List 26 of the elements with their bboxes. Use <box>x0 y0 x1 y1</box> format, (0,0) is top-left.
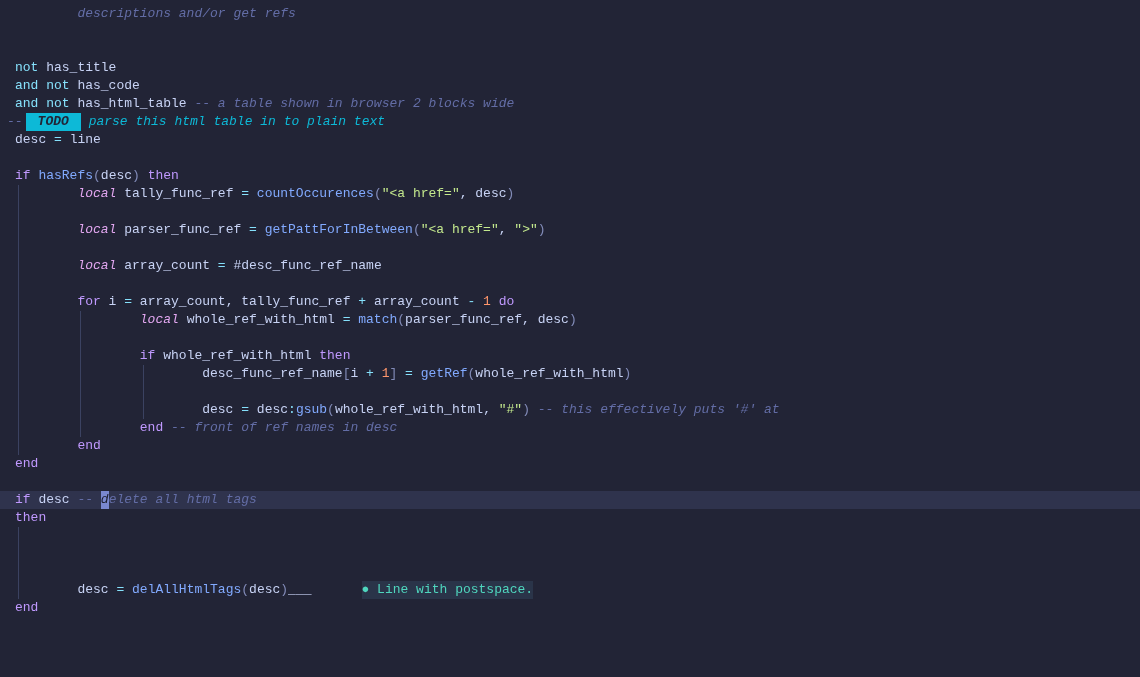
code-text: desc = line <box>15 131 101 149</box>
code-text: if hasRefs(desc) then <box>15 167 179 185</box>
code-text: and not has_html_table -- a table shown in browser 2 blocks wide <box>15 95 515 113</box>
todo-badge: TODO <box>25 113 81 131</box>
code-text: parse this html table in to plain text <box>87 113 386 131</box>
code-text: if whole_ref_with_html then <box>139 347 351 365</box>
code-text: for i = array_count, tally_func_ref + array_count - 1 do <box>77 293 515 311</box>
code-text: local whole_ref_with_html = match(parser_func_ref, desc) <box>139 311 577 329</box>
code-text: end -- front of ref names in desc <box>139 419 398 437</box>
code-text: desc_func_ref_name[i + 1] = getRef(whole_ref_with_html) <box>202 365 632 383</box>
code-text: end <box>77 437 101 455</box>
text-cursor: d <box>100 491 109 509</box>
code-text: -- <box>7 113 23 131</box>
code-text: then <box>15 509 47 527</box>
code-text: local tally_func_ref = countOccurences("<a href=", desc) <box>77 185 515 203</box>
code-text: desc = desc:gsub(whole_ref_with_html, "#") -- this effectively puts '#' at <box>202 401 780 419</box>
code-text: desc = delAllHtmlTags(desc)___ <box>77 581 312 599</box>
code-text: descriptions and/or get refs <box>77 5 296 23</box>
code-text: and not has_code <box>15 77 140 95</box>
code-text: local array_count = #desc_func_ref_name <box>77 257 382 275</box>
code-text: if desc -- <box>15 491 95 509</box>
code-text: end <box>15 455 39 473</box>
diagnostic-message: ● Line with postspace. <box>361 581 534 599</box>
code-text: end <box>15 599 39 617</box>
code-text: local parser_func_ref = getPattForInBetween("<a href=", ">") <box>77 221 546 239</box>
code-text: not has_title <box>15 59 117 77</box>
